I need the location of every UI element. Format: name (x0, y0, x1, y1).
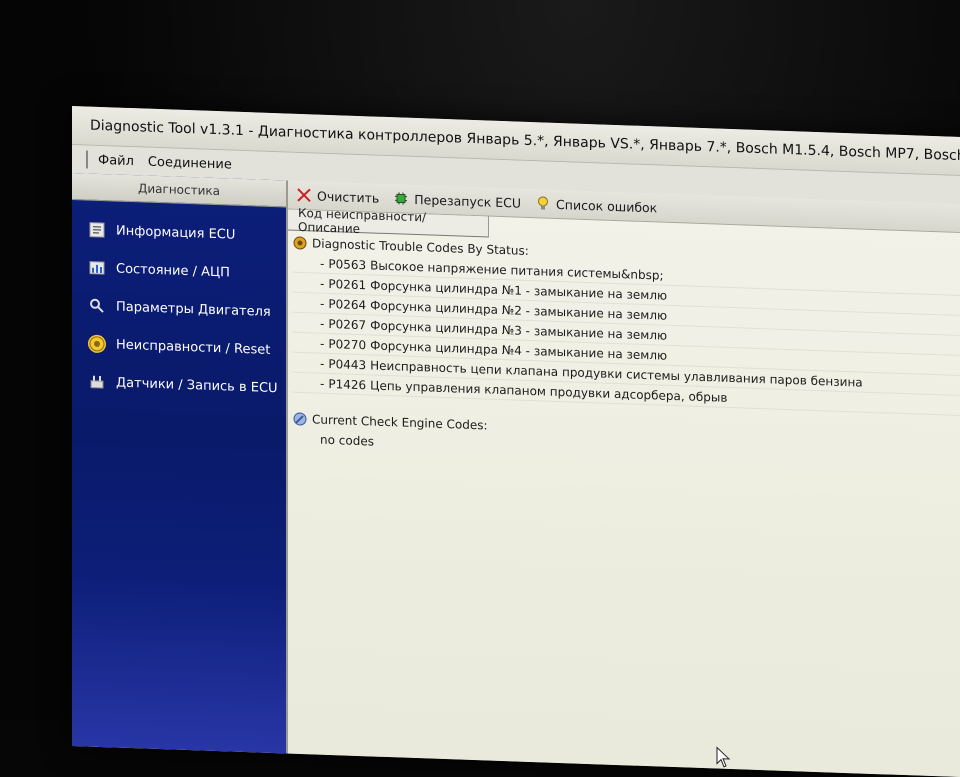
fault-code: P0261 (328, 276, 366, 291)
fault-code-tree: Diagnostic Trouble Codes By Status: - P0… (288, 231, 960, 472)
body-area: Диагностика Информация ECU (72, 173, 960, 777)
fault-code: P0270 (328, 336, 366, 351)
state-icon (88, 259, 106, 278)
engine-params-icon (88, 297, 106, 316)
dash: - (320, 316, 324, 330)
sidebar-item-sensors-write[interactable]: Датчики / Запись в ECU (72, 362, 286, 407)
sidebar-item-label: Датчики / Запись в ECU (116, 375, 278, 396)
mouse-pointer-icon (716, 746, 732, 769)
faults-icon (88, 335, 106, 354)
error-list-button-label: Список ошибок (556, 196, 657, 215)
fault-code: P0563 (328, 256, 366, 271)
dash: - (320, 256, 324, 270)
column-header-code-description[interactable]: Код неисправности/Описание (288, 210, 489, 238)
clear-button[interactable]: Очистить (296, 187, 379, 206)
fault-code: P0443 (328, 356, 366, 371)
sidebar: Диагностика Информация ECU (72, 173, 286, 753)
sidebar-item-label: Неисправности / Reset (116, 337, 270, 357)
sidebar-item-label: Состояние / АЦП (116, 261, 230, 280)
sensors-icon (88, 373, 106, 392)
menu-file[interactable]: Файл (98, 152, 134, 168)
info-icon (88, 221, 106, 240)
fault-code: P1426 (328, 376, 366, 391)
sidebar-item-label: Информация ECU (116, 223, 235, 242)
main-panel: Очистить (286, 180, 960, 777)
cec-value: no codes (320, 432, 374, 448)
gear-icon (292, 235, 308, 252)
clear-button-label: Очистить (317, 188, 379, 205)
dash: - (320, 276, 324, 290)
error-list-button[interactable]: Список ошибок (535, 195, 657, 215)
dash: - (320, 356, 324, 370)
monitor-screen: Diagnostic Tool v1.3.1 - Диагностика кон… (0, 0, 960, 720)
dash: - (320, 296, 324, 310)
fault-code: P0264 (328, 296, 366, 311)
dash: - (320, 376, 324, 390)
restart-ecu-button[interactable]: Перезапуск ECU (393, 190, 521, 210)
menu-connection[interactable]: Соединение (148, 154, 232, 172)
restart-ecu-button-label: Перезапуск ECU (414, 191, 521, 210)
dash: - (320, 336, 324, 350)
close-icon (296, 187, 312, 204)
sidebar-item-label: Параметры Двигателя (116, 299, 271, 319)
menu-grip (86, 150, 88, 168)
lightbulb-icon (535, 195, 551, 212)
app-window: Diagnostic Tool v1.3.1 - Диагностика кон… (72, 106, 960, 777)
sidebar-items: Информация ECU Состояние / АЦП (72, 200, 286, 407)
fault-code: P0267 (328, 316, 366, 331)
wrench-icon (292, 411, 308, 428)
chip-icon (393, 190, 409, 207)
